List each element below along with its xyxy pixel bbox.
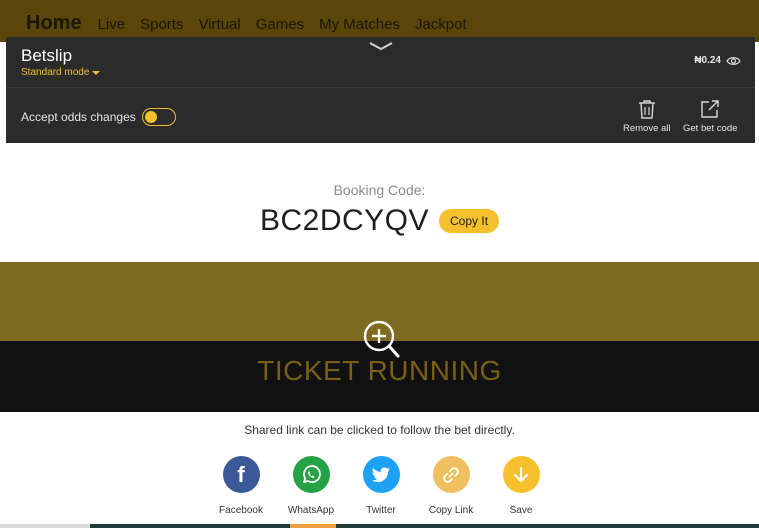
share-facebook[interactable]: f Facebook bbox=[211, 456, 271, 516]
share-options: f Facebook WhatsApp Twitter Copy Link Sa… bbox=[0, 456, 759, 518]
get-bet-code-label: Get bet code bbox=[683, 123, 738, 134]
booking-code-value: BC2DCYQV bbox=[259, 204, 430, 237]
nav-home[interactable]: Home bbox=[26, 12, 82, 35]
share-facebook-label: Facebook bbox=[219, 505, 263, 516]
share-whatsapp-label: WhatsApp bbox=[287, 505, 335, 516]
nav-my-matches[interactable]: My Matches bbox=[319, 16, 400, 33]
remove-all-label: Remove all bbox=[623, 123, 671, 134]
share-twitter-label: Twitter bbox=[366, 505, 396, 516]
panel-divider bbox=[6, 87, 755, 88]
share-copy-link-label: Copy Link bbox=[428, 505, 474, 516]
ticket-status: TICKET RUNNING bbox=[257, 355, 502, 386]
nav-virtual[interactable]: Virtual bbox=[198, 16, 240, 33]
nav-sports[interactable]: Sports bbox=[140, 16, 183, 33]
bottom-strip-segment bbox=[290, 524, 336, 528]
download-icon bbox=[502, 456, 540, 493]
bottom-strip-segment bbox=[90, 524, 290, 528]
twitter-icon bbox=[362, 456, 400, 493]
nav-live[interactable]: Live bbox=[98, 16, 126, 33]
nav-jackpot[interactable]: Jackpot bbox=[415, 16, 467, 33]
copy-code-button[interactable]: Copy It bbox=[439, 209, 500, 233]
share-twitter[interactable]: Twitter bbox=[351, 456, 411, 516]
accept-odds-label: Accept odds changes bbox=[21, 110, 136, 124]
bottom-strip-segment bbox=[0, 524, 90, 528]
facebook-icon: f bbox=[222, 456, 260, 493]
booking-code-row: BC2DCYQV Copy It bbox=[0, 204, 759, 238]
mode-selector[interactable]: Standard mode bbox=[21, 67, 101, 78]
top-navigation: Home Live Sports Virtual Games My Matche… bbox=[0, 0, 759, 42]
ticket-preview[interactable]: TICKET RUNNING bbox=[0, 262, 759, 412]
remove-all-button[interactable]: Remove all bbox=[623, 99, 671, 134]
balance-display[interactable]: ₦0.24 bbox=[694, 55, 741, 66]
get-bet-code-button[interactable]: Get bet code bbox=[683, 99, 737, 134]
betslip-title: Betslip bbox=[21, 46, 73, 65]
trash-icon bbox=[638, 100, 655, 119]
bottom-tab-strip bbox=[0, 524, 759, 528]
external-link-icon bbox=[701, 100, 719, 118]
nav-games[interactable]: Games bbox=[256, 16, 304, 33]
caret-down-icon bbox=[92, 70, 101, 75]
balance-value: ₦0.24 bbox=[694, 55, 721, 66]
toggle-knob bbox=[145, 111, 157, 123]
share-save-label: Save bbox=[509, 505, 533, 516]
booking-code-label: Booking Code: bbox=[333, 182, 426, 198]
betslip-panel: Betslip Standard mode ₦0.24 Accept odds … bbox=[6, 37, 755, 143]
share-save[interactable]: Save bbox=[491, 456, 551, 516]
whatsapp-icon bbox=[292, 456, 330, 493]
eye-icon[interactable] bbox=[726, 56, 741, 66]
zoom-in-icon[interactable] bbox=[361, 319, 401, 359]
mode-label: Standard mode bbox=[21, 67, 90, 78]
link-icon bbox=[432, 456, 470, 493]
accept-odds-toggle[interactable] bbox=[142, 108, 176, 126]
share-copy-link[interactable]: Copy Link bbox=[421, 456, 481, 516]
nav-items: Home Live Sports Virtual Games My Matche… bbox=[26, 12, 482, 35]
bottom-strip-segment bbox=[336, 524, 759, 528]
share-message: Shared link can be clicked to follow the… bbox=[244, 423, 515, 437]
share-whatsapp[interactable]: WhatsApp bbox=[281, 456, 341, 516]
chevron-down-icon[interactable] bbox=[368, 40, 394, 52]
